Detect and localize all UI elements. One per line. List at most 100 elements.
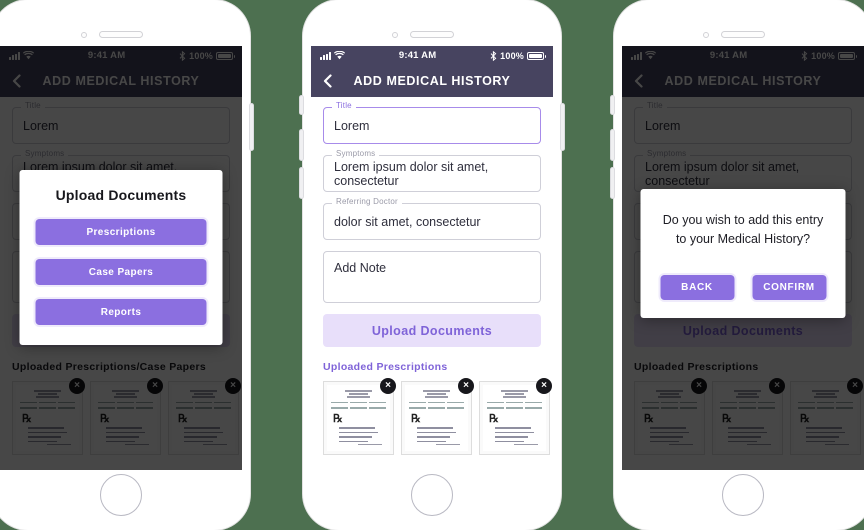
- phone-mockup-3: 9:41 AM 100% ADD MEDICAL HISTORY Title L…: [611, 0, 864, 530]
- home-button[interactable]: [722, 474, 764, 516]
- battery-icon: [216, 51, 235, 60]
- rx-symbol: ℞: [178, 413, 188, 425]
- confirm-entry-dialog: Do you wish to add this entry to your Me…: [640, 189, 846, 318]
- remove-document-icon[interactable]: ×: [769, 378, 785, 394]
- phone-2-screen: 9:41 AM 100% ADD MEDICAL HISTORY Title L…: [311, 46, 553, 470]
- prescription-thumbnail[interactable]: ℞ ×: [712, 378, 785, 455]
- upload-option-case-papers[interactable]: Case Papers: [35, 259, 207, 285]
- prescription-text-lines: [339, 427, 380, 445]
- symptoms-input[interactable]: Lorem ipsum dolor sit amet, consectetur: [634, 155, 852, 192]
- remove-document-icon[interactable]: ×: [147, 378, 163, 394]
- remove-document-icon[interactable]: ×: [536, 378, 552, 394]
- prescription-text-lines: [728, 427, 769, 445]
- patient-row-lines-2: [716, 407, 779, 409]
- title-field[interactable]: Title Lorem: [323, 101, 541, 144]
- prescription-thumbnail[interactable]: ℞ ×: [790, 378, 863, 455]
- earpiece-speaker: [410, 31, 454, 38]
- prescription-sheet: ℞: [16, 385, 79, 451]
- phone-3-screen: 9:41 AM 100% ADD MEDICAL HISTORY Title L…: [622, 46, 864, 470]
- upload-option-prescriptions[interactable]: Prescriptions: [35, 219, 207, 245]
- bluetooth-icon: [801, 50, 808, 61]
- nav-bar: ADD MEDICAL HISTORY: [622, 65, 864, 97]
- home-button[interactable]: [411, 474, 453, 516]
- prescription-sheet: ℞: [716, 385, 779, 451]
- uploaded-section-title: Uploaded Prescriptions: [634, 361, 759, 373]
- home-button[interactable]: [100, 474, 142, 516]
- volume-down-button[interactable]: [611, 168, 614, 198]
- note-input[interactable]: Add Note: [323, 251, 541, 303]
- remove-document-icon[interactable]: ×: [69, 378, 85, 394]
- confirm-button[interactable]: CONFIRM: [752, 274, 826, 300]
- referring-doctor-field[interactable]: Referring Doctor dolor sit amet, consect…: [323, 197, 541, 240]
- remove-document-icon[interactable]: ×: [380, 378, 396, 394]
- symptoms-field[interactable]: Symptoms Lorem ipsum dolor sit amet, con…: [323, 149, 541, 192]
- remove-document-icon[interactable]: ×: [225, 378, 241, 394]
- referring-doctor-input[interactable]: dolor sit amet, consectetur: [323, 203, 541, 240]
- wifi-icon: [334, 51, 345, 60]
- volume-down-button[interactable]: [300, 168, 303, 198]
- clinic-header-lines: [656, 390, 683, 398]
- symptoms-input[interactable]: Lorem ipsum dolor sit amet, consectetur: [323, 155, 541, 192]
- title-field-label: Title: [21, 101, 45, 110]
- patient-row-lines: [172, 401, 235, 403]
- title-input[interactable]: Lorem: [634, 107, 852, 144]
- back-chevron-icon[interactable]: [10, 74, 24, 88]
- prescription-text-lines: [106, 427, 147, 445]
- status-bar-time: 9:41 AM: [87, 50, 126, 61]
- rx-symbol: ℞: [800, 413, 810, 425]
- prescription-thumbnail[interactable]: ℞ ×: [634, 378, 707, 455]
- upload-option-reports[interactable]: Reports: [35, 299, 207, 325]
- earpiece-speaker: [99, 31, 143, 38]
- prescription-thumbnail[interactable]: ℞ ×: [323, 378, 396, 455]
- rx-symbol: ℞: [722, 413, 732, 425]
- rx-symbol: ℞: [22, 413, 32, 425]
- symptoms-field-label: Symptoms: [643, 149, 691, 158]
- battery-percent-label: 100%: [811, 50, 835, 61]
- earpiece-speaker: [721, 31, 765, 38]
- upload-documents-button[interactable]: Upload Documents: [634, 314, 852, 347]
- patient-row-lines-2: [405, 407, 468, 409]
- title-field[interactable]: Title Lorem: [634, 101, 852, 144]
- remove-document-icon[interactable]: ×: [847, 378, 863, 394]
- signal-bars-icon: [631, 52, 642, 60]
- back-button[interactable]: BACK: [660, 274, 734, 300]
- back-chevron-icon[interactable]: [632, 74, 646, 88]
- prescription-thumbnail[interactable]: ℞ ×: [479, 378, 552, 455]
- mute-switch[interactable]: [611, 96, 614, 114]
- mockup-stage: 9:41 AM 100% ADD MEDICAL HISTORY Title L…: [0, 0, 864, 530]
- volume-up-button[interactable]: [611, 130, 614, 160]
- battery-icon: [838, 51, 857, 60]
- uploaded-thumbnails-list: ℞ × ℞ × ℞ ×: [12, 378, 241, 455]
- note-field[interactable]: Add Note: [323, 251, 541, 303]
- mute-switch[interactable]: [300, 96, 303, 114]
- back-chevron-icon[interactable]: [321, 74, 335, 88]
- rx-symbol: ℞: [644, 413, 654, 425]
- power-button[interactable]: [250, 104, 253, 150]
- status-bar: 9:41 AM 100%: [622, 46, 864, 65]
- upload-documents-button[interactable]: Upload Documents: [323, 314, 541, 347]
- prescription-thumbnail[interactable]: ℞ ×: [90, 378, 163, 455]
- front-camera-icon: [703, 32, 709, 38]
- clinic-header-lines: [734, 390, 761, 398]
- prescription-sheet: ℞: [94, 385, 157, 451]
- symptoms-field[interactable]: Symptoms Lorem ipsum dolor sit amet, con…: [634, 149, 852, 192]
- status-bar-time: 9:41 AM: [398, 50, 437, 61]
- title-input[interactable]: Lorem: [12, 107, 230, 144]
- prescription-thumbnail[interactable]: ℞ ×: [401, 378, 474, 455]
- signature-line: [358, 443, 382, 445]
- remove-document-icon[interactable]: ×: [691, 378, 707, 394]
- remove-document-icon[interactable]: ×: [458, 378, 474, 394]
- title-input[interactable]: Lorem: [323, 107, 541, 144]
- prescription-thumbnail[interactable]: ℞ ×: [12, 378, 85, 455]
- rx-symbol: ℞: [411, 413, 421, 425]
- bluetooth-icon: [179, 50, 186, 61]
- uploaded-thumbnails-list: ℞ × ℞ × ℞ ×: [634, 378, 863, 455]
- prescription-thumbnail[interactable]: ℞ ×: [168, 378, 241, 455]
- prescription-sheet: ℞: [327, 385, 390, 451]
- signature-line: [436, 443, 460, 445]
- signature-line: [669, 443, 693, 445]
- signal-bars-icon: [9, 52, 20, 60]
- volume-up-button[interactable]: [300, 130, 303, 160]
- title-field[interactable]: Title Lorem: [12, 101, 230, 144]
- power-button[interactable]: [561, 104, 564, 150]
